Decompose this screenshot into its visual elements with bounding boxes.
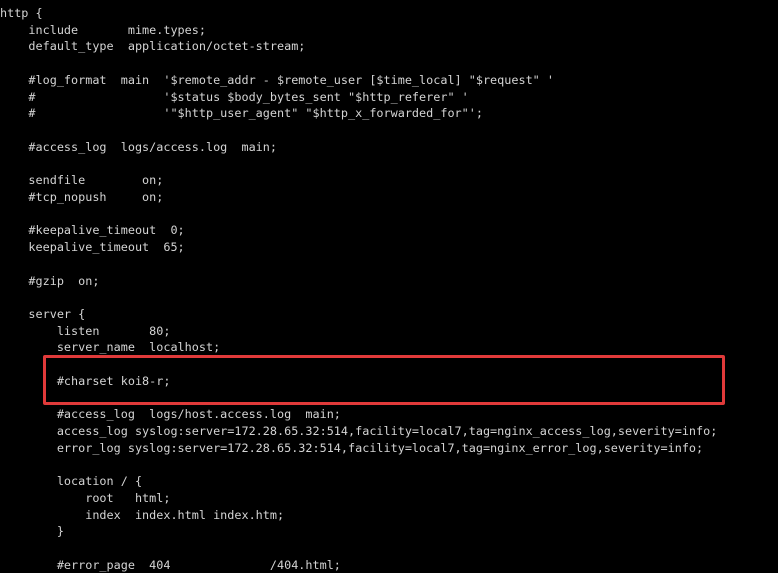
terminal-window[interactable]: http { include mime.types; default_type … — [0, 0, 778, 572]
nginx-config-text[interactable]: http { include mime.types; default_type … — [0, 5, 717, 573]
